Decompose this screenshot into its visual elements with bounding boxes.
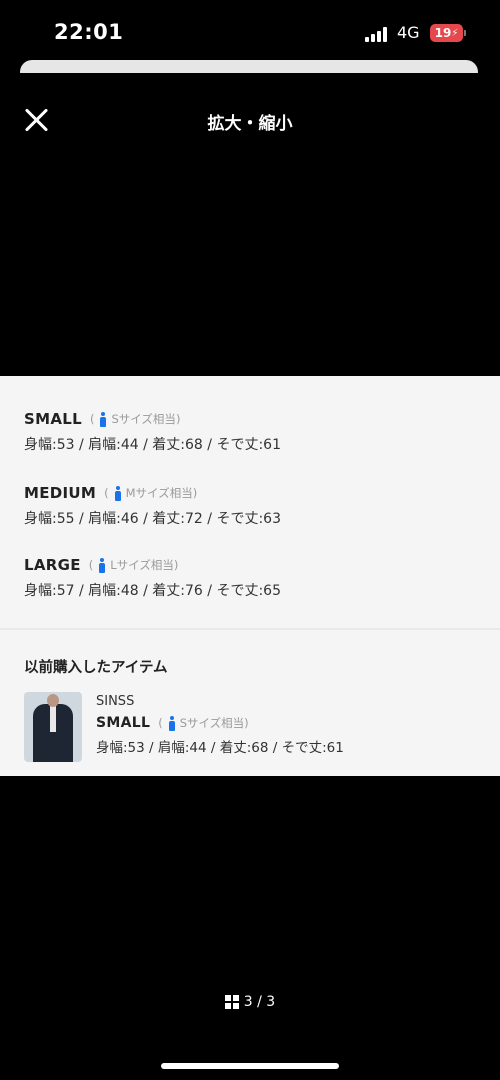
size-item-small: SMALL (Sサイズ相当) 身幅:53 / 肩幅:44 / 着丈:68 / そ…	[24, 408, 281, 454]
brand-name: SINSS	[96, 694, 135, 709]
size-name: SMALL	[24, 410, 82, 428]
signal-strength-icon	[365, 26, 391, 42]
size-item-large: LARGE (Lサイズ相当) 身幅:57 / 肩幅:48 / 着丈:76 / そ…	[24, 554, 281, 600]
home-indicator[interactable]	[161, 1063, 339, 1069]
person-icon	[168, 715, 176, 731]
size-item-medium: MEDIUM (Mサイズ相当) 身幅:55 / 肩幅:46 / 着丈:72 / …	[24, 482, 281, 528]
size-equiv: (Sサイズ相当)	[158, 715, 249, 731]
size-equiv: (Lサイズ相当)	[88, 557, 179, 573]
battery-icon: 19 ⚡	[430, 24, 463, 42]
divider	[0, 628, 500, 630]
size-equiv: (Mサイズ相当)	[104, 485, 198, 501]
person-icon	[114, 485, 122, 501]
size-name: MEDIUM	[24, 484, 97, 502]
size-chart-panel: SMALL (Sサイズ相当) 身幅:53 / 肩幅:44 / 着丈:68 / そ…	[0, 376, 500, 776]
network-type: 4G	[397, 23, 420, 42]
person-icon	[99, 411, 107, 427]
size-equiv: (Sサイズ相当)	[89, 411, 181, 427]
battery-cap	[464, 30, 466, 36]
page-indicator: 3 / 3	[0, 994, 500, 1010]
grid-icon	[224, 995, 239, 1009]
status-time: 22:01	[54, 20, 124, 44]
size-measurements: 身幅:57 / 肩幅:48 / 着丈:76 / そで丈:65	[24, 583, 281, 599]
page-title: 拡大・縮小	[207, 114, 293, 134]
status-bar: 22:01 4G 19 ⚡	[0, 0, 500, 60]
page-count: 3 / 3	[243, 994, 276, 1010]
person-icon	[98, 557, 106, 573]
modal-header: 拡大・縮小	[0, 100, 500, 140]
size-measurements: 身幅:53 / 肩幅:44 / 着丈:68 / そで丈:61	[96, 740, 344, 756]
size-name: LARGE	[24, 556, 81, 574]
size-name: SMALL	[96, 715, 151, 731]
size-measurements: 身幅:53 / 肩幅:44 / 着丈:68 / そで丈:61	[24, 437, 281, 453]
battery-level: 19	[434, 26, 452, 40]
previous-purchase-info: SINSS SMALL (Sサイズ相当) 身幅:53 / 肩幅:44 / 着丈:…	[96, 694, 344, 756]
previous-purchase-title: 以前購入したアイテム	[24, 660, 168, 676]
product-thumbnail[interactable]	[24, 692, 82, 762]
size-measurements: 身幅:55 / 肩幅:46 / 着丈:72 / そで丈:63	[24, 511, 281, 527]
